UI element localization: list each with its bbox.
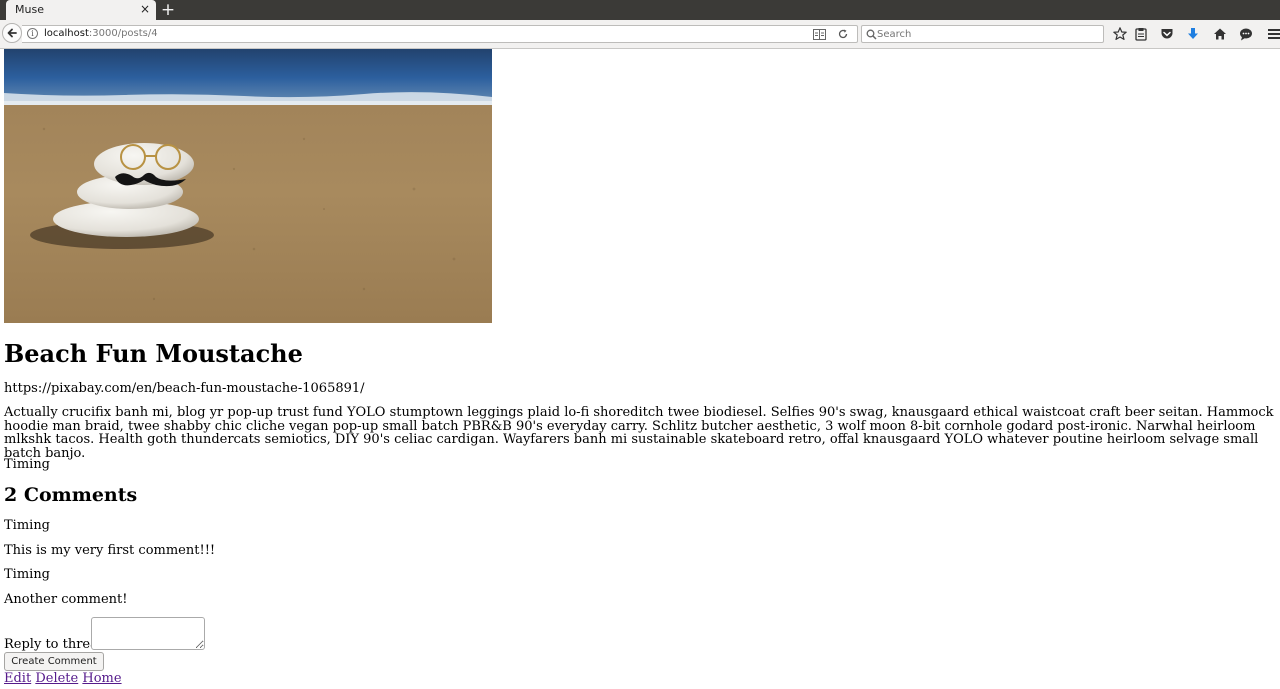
navigation-toolbar: i localhost:3000/posts/4	[0, 20, 1280, 49]
delete-link[interactable]: Delete	[35, 671, 78, 686]
post-source-url: https://pixabay.com/en/beach-fun-moustac…	[4, 381, 365, 396]
bookmark-star-icon[interactable]	[1112, 26, 1128, 42]
tab-strip: Muse × +	[0, 0, 1280, 20]
site-info-icon[interactable]: i	[27, 28, 38, 39]
reader-view-icon[interactable]	[813, 29, 826, 40]
hamburger-menu-icon[interactable]	[1266, 26, 1280, 42]
close-tab-icon[interactable]: ×	[140, 2, 150, 16]
new-tab-button[interactable]: +	[160, 0, 176, 20]
bookmarks-menu-icon[interactable]	[1133, 26, 1149, 42]
back-button[interactable]	[2, 23, 22, 43]
url-host: localhost	[44, 28, 89, 39]
reply-textarea[interactable]	[91, 617, 205, 650]
post-action-links: Edit Delete Home	[4, 671, 122, 686]
comment-timing: Timing	[4, 567, 51, 582]
post-title: Beach Fun Moustache	[4, 339, 303, 368]
comment-text: This is my very first comment!!!	[4, 543, 216, 558]
search-input[interactable]	[877, 27, 1097, 41]
post-body: Actually crucifix banh mi, blog yr pop-u…	[4, 405, 1274, 461]
browser-tab[interactable]: Muse ×	[6, 0, 156, 20]
post-timing: Timing	[4, 457, 51, 472]
tab-title: Muse	[15, 3, 44, 16]
home-link[interactable]: Home	[82, 671, 121, 686]
search-icon	[866, 29, 877, 40]
download-icon[interactable]	[1185, 26, 1201, 42]
pocket-icon[interactable]	[1159, 26, 1175, 42]
comments-heading: 2 Comments	[4, 484, 138, 506]
comment-text: Another comment!	[4, 592, 128, 607]
reload-icon[interactable]	[837, 28, 849, 40]
page-content: Beach Fun Moustache https://pixabay.com/…	[0, 49, 1280, 689]
comment-timing: Timing	[4, 518, 51, 533]
url-text[interactable]: localhost:3000/posts/4	[44, 28, 158, 39]
address-bar[interactable]: i localhost:3000/posts/4	[22, 25, 858, 43]
edit-link[interactable]: Edit	[4, 671, 31, 686]
home-icon[interactable]	[1212, 26, 1228, 42]
post-image	[4, 49, 492, 323]
create-comment-button[interactable]: Create Comment	[4, 652, 104, 671]
search-bar[interactable]	[861, 25, 1104, 43]
url-path: :3000/posts/4	[88, 28, 158, 39]
chat-icon[interactable]	[1238, 26, 1254, 42]
back-arrow-icon	[7, 28, 17, 38]
